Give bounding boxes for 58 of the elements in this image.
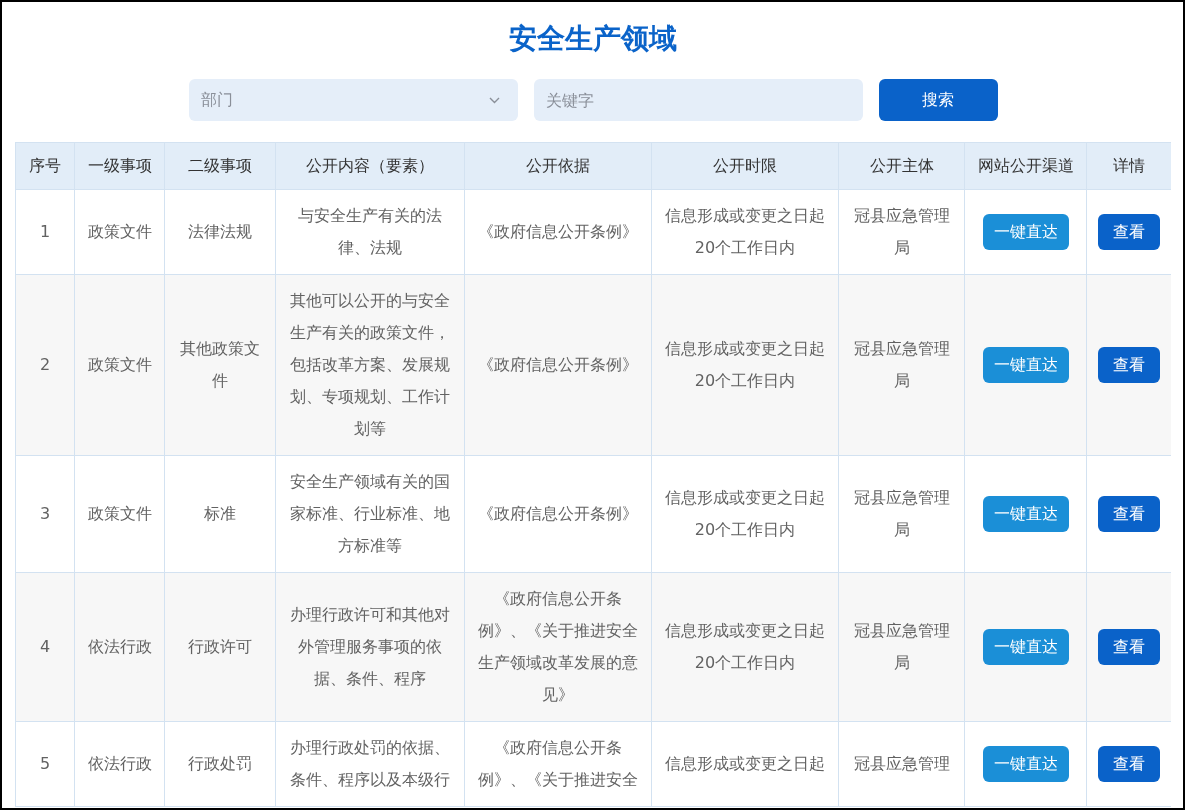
direct-access-button[interactable]: 一键直达 bbox=[982, 629, 1069, 665]
table-cell: 其他可以公开的与安全生产有关的政策文件，包括改革方案、发展规划、专项规划、工作计划等 bbox=[275, 274, 465, 456]
direct-access-button[interactable]: 一键直达 bbox=[982, 214, 1069, 250]
table-cell: 《政府信息公开条例》 bbox=[464, 455, 652, 573]
table-cell: 冠县应急管理局 bbox=[838, 455, 965, 573]
column-header: 公开主体 bbox=[838, 142, 965, 190]
column-header: 序号 bbox=[15, 142, 75, 190]
table-cell: 信息形成或变更之日起 bbox=[651, 721, 839, 807]
keyword-input[interactable]: 关键字 bbox=[533, 79, 863, 121]
table-cell: 冠县应急管理局 bbox=[838, 572, 965, 722]
column-header: 二级事项 bbox=[164, 142, 276, 190]
table-cell: 依法行政 bbox=[74, 572, 165, 722]
table-cell: 信息形成或变更之日起20个工作日内 bbox=[651, 455, 839, 573]
table-cell: 2 bbox=[15, 274, 75, 456]
table-cell: 信息形成或变更之日起20个工作日内 bbox=[651, 572, 839, 722]
table-cell: 《政府信息公开条例》、《关于推进安全 bbox=[464, 721, 652, 807]
direct-access-button[interactable]: 一键直达 bbox=[982, 347, 1069, 383]
table-cell: 3 bbox=[15, 455, 75, 573]
table-cell: 《政府信息公开条例》 bbox=[464, 189, 652, 275]
view-button[interactable]: 查看 bbox=[1098, 746, 1160, 782]
table-cell: 行政处罚 bbox=[164, 721, 276, 807]
table-cell: 政策文件 bbox=[74, 189, 165, 275]
column-header: 公开依据 bbox=[464, 142, 652, 190]
search-button[interactable]: 搜索 bbox=[878, 79, 998, 121]
view-button[interactable]: 查看 bbox=[1098, 214, 1160, 250]
column-header: 公开内容（要素） bbox=[275, 142, 465, 190]
table-cell: 1 bbox=[15, 189, 75, 275]
table-cell: 办理行政许可和其他对外管理服务事项的依据、条件、程序 bbox=[275, 572, 465, 722]
table-cell: 行政许可 bbox=[164, 572, 276, 722]
direct-access-button[interactable]: 一键直达 bbox=[982, 746, 1069, 782]
view-button[interactable]: 查看 bbox=[1098, 629, 1160, 665]
table-cell: 办理行政处罚的依据、条件、程序以及本级行 bbox=[275, 721, 465, 807]
table-cell: 其他政策文件 bbox=[164, 274, 276, 456]
view-button[interactable]: 查看 bbox=[1098, 496, 1160, 532]
chevron-down-icon bbox=[488, 96, 500, 104]
column-header: 一级事项 bbox=[74, 142, 165, 190]
table-cell: 冠县应急管理局 bbox=[838, 189, 965, 275]
view-button[interactable]: 查看 bbox=[1098, 347, 1160, 383]
table-cell: 与安全生产有关的法律、法规 bbox=[275, 189, 465, 275]
table-cell: 标准 bbox=[164, 455, 276, 573]
table-cell: 法律法规 bbox=[164, 189, 276, 275]
page-title: 安全生产领域 bbox=[509, 21, 677, 57]
table-cell: 信息形成或变更之日起20个工作日内 bbox=[651, 274, 839, 456]
table-cell: 政策文件 bbox=[74, 274, 165, 456]
table-cell: 《政府信息公开条例》、《关于推进安全生产领域改革发展的意见》 bbox=[464, 572, 652, 722]
table-cell: 《政府信息公开条例》 bbox=[464, 274, 652, 456]
table-cell: 冠县应急管理 bbox=[838, 721, 965, 807]
table-cell: 4 bbox=[15, 572, 75, 722]
table-cell: 安全生产领域有关的国家标准、行业标准、地方标准等 bbox=[275, 455, 465, 573]
table-cell: 冠县应急管理局 bbox=[838, 274, 965, 456]
table-cell: 政策文件 bbox=[74, 455, 165, 573]
column-header: 详情 bbox=[1086, 142, 1171, 190]
column-header: 网站公开渠道 bbox=[964, 142, 1087, 190]
table-cell: 信息形成或变更之日起20个工作日内 bbox=[651, 189, 839, 275]
direct-access-button[interactable]: 一键直达 bbox=[982, 496, 1069, 532]
column-header: 公开时限 bbox=[651, 142, 839, 190]
table-cell: 依法行政 bbox=[74, 721, 165, 807]
table-cell: 5 bbox=[15, 721, 75, 807]
